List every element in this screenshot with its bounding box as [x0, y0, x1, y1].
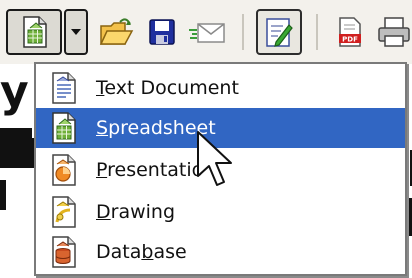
background-text-fragment: y: [0, 70, 29, 117]
email-button[interactable]: [186, 9, 230, 55]
database-icon: [52, 236, 76, 268]
new-dropdown-button[interactable]: [64, 9, 88, 55]
new-document-button[interactable]: [6, 9, 62, 55]
envelope-icon: [189, 23, 225, 43]
open-folder-icon: [99, 18, 134, 45]
new-spreadsheet-icon: [23, 16, 47, 48]
save-button[interactable]: [140, 9, 184, 55]
edit-document-icon: [266, 18, 293, 47]
toolbar-separator: [316, 14, 318, 50]
menu-item-drawing[interactable]: Drawing: [36, 192, 405, 232]
menu-item-label: Text Document: [96, 77, 239, 99]
background-text-fragment: [0, 180, 6, 210]
presentation-icon: [52, 154, 76, 186]
background-text-fragment: [18, 138, 34, 168]
toolbar-separator: [242, 14, 244, 50]
menu-item-text-document[interactable]: Text Document: [36, 68, 405, 108]
spreadsheet-icon: [52, 112, 76, 144]
text-document-icon: [52, 72, 76, 104]
floppy-disk-icon: [149, 19, 175, 45]
menu-item-label: Database: [96, 241, 187, 263]
mnemonic-char: S: [96, 117, 109, 139]
open-button[interactable]: [94, 9, 138, 55]
background-text-fragment: [407, 198, 412, 236]
print-button[interactable]: [376, 9, 412, 55]
menu-item-label: Presentatio: [96, 159, 204, 181]
edit-file-button[interactable]: [256, 9, 302, 55]
drawing-icon: [52, 196, 76, 228]
standard-toolbar: PDF: [0, 0, 412, 64]
printer-icon: [378, 17, 410, 47]
mouse-pointer-icon: [197, 131, 232, 186]
menu-item-label: Drawing: [96, 201, 176, 223]
svg-text:PDF: PDF: [342, 36, 358, 44]
pdf-icon: PDF: [339, 17, 361, 47]
mnemonic-char: P: [96, 159, 108, 181]
mnemonic-char: D: [96, 201, 111, 223]
mnemonic-char: T: [96, 77, 105, 99]
page: y PDF Text Document Spreadsheet Presenta…: [0, 0, 412, 278]
chevron-down-icon: [71, 29, 81, 35]
export-pdf-button[interactable]: PDF: [328, 9, 372, 55]
menu-item-database[interactable]: Database: [36, 232, 405, 272]
mnemonic-char: b: [141, 241, 154, 263]
